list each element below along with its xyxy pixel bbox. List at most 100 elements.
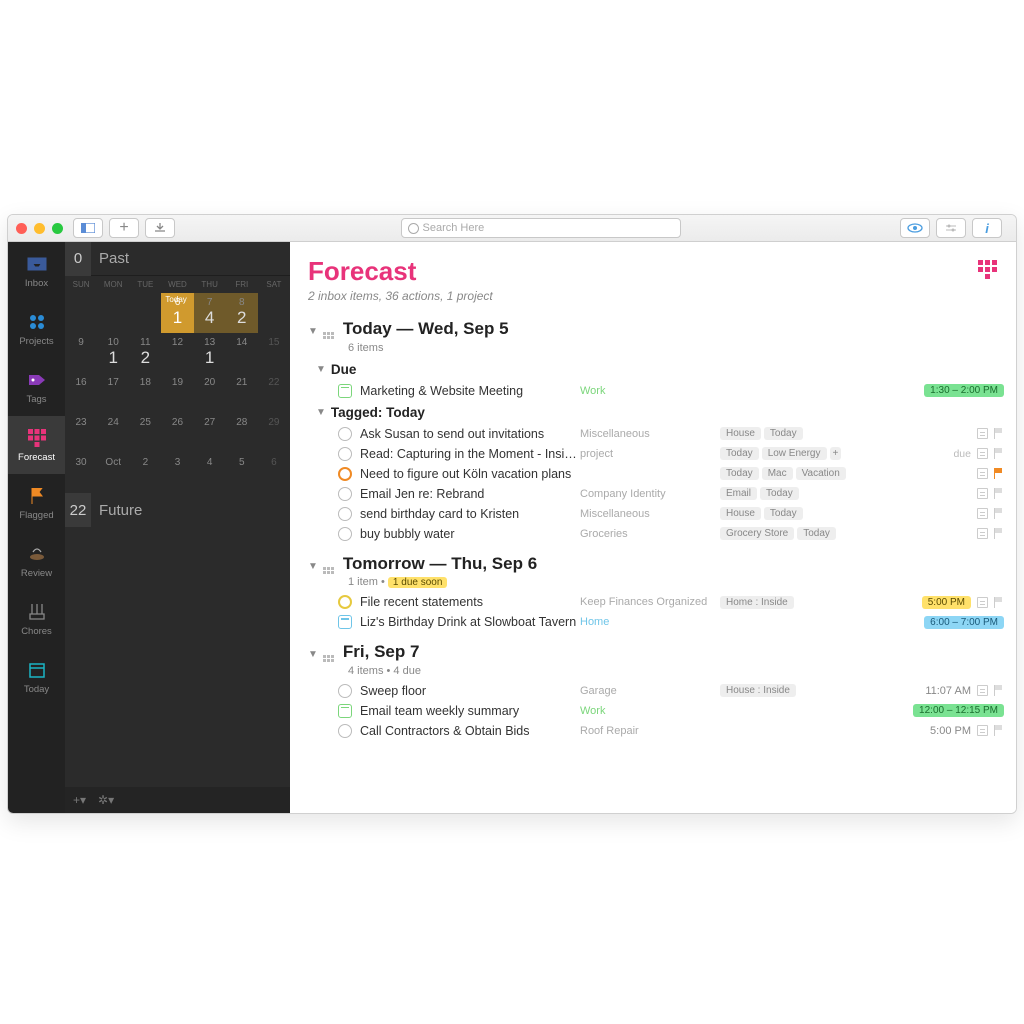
tag[interactable]: Today xyxy=(720,467,759,480)
note-icon[interactable] xyxy=(977,597,988,608)
note-icon[interactable] xyxy=(977,725,988,736)
task-row[interactable]: Ask Susan to send out invitationsMiscell… xyxy=(290,424,1016,444)
calendar-cell[interactable]: 74 xyxy=(194,293,226,333)
task-row[interactable]: Email Jen re: RebrandCompany IdentityEma… xyxy=(290,484,1016,504)
task-row[interactable]: Email team weekly summaryWork12:00 – 12:… xyxy=(290,701,1016,721)
tag[interactable]: Home : Inside xyxy=(720,596,794,609)
calendar-cell[interactable]: 16 xyxy=(65,373,97,413)
sidebar-item-inbox[interactable]: Inbox xyxy=(8,242,65,300)
task-row[interactable]: Liz's Birthday Drink at Slowboat TavernH… xyxy=(290,612,1016,632)
calendar-cell[interactable]: 27 xyxy=(194,413,226,453)
calendar-cell[interactable]: 26 xyxy=(161,413,193,453)
note-icon[interactable] xyxy=(977,685,988,696)
task-row[interactable]: Marketing & Website MeetingWork1:30 – 2:… xyxy=(290,381,1016,401)
calendar-cell[interactable]: 15 xyxy=(258,333,290,373)
group-header[interactable]: ▼Tagged: Today xyxy=(290,401,1016,424)
toggle-sidebar-button[interactable] xyxy=(73,218,103,238)
tag[interactable]: Low Energy xyxy=(762,447,827,460)
flag-icon[interactable] xyxy=(994,488,1004,499)
calendar-event-icon[interactable] xyxy=(338,384,352,398)
sidebar-item-chores[interactable]: Chores xyxy=(8,590,65,648)
calendar-cell[interactable]: 21 xyxy=(226,373,258,413)
task-checkbox[interactable] xyxy=(338,527,352,541)
task-row[interactable]: Call Contractors & Obtain BidsRoof Repai… xyxy=(290,721,1016,741)
tag[interactable]: Mac xyxy=(762,467,793,480)
calendar-cell[interactable]: Today61 xyxy=(161,293,193,333)
sidebar-item-forecast[interactable]: Forecast xyxy=(8,416,65,474)
calendar-cell[interactable]: 112 xyxy=(129,333,161,373)
calendar-cell[interactable]: 28 xyxy=(226,413,258,453)
flag-icon[interactable] xyxy=(994,468,1004,479)
tag-more[interactable]: + xyxy=(830,447,842,460)
tag[interactable]: Email xyxy=(720,487,757,500)
search-input[interactable]: Search Here xyxy=(401,218,681,238)
sidebar-item-flagged[interactable]: Flagged xyxy=(8,474,65,532)
task-checkbox[interactable] xyxy=(338,595,352,609)
flag-icon[interactable] xyxy=(994,508,1004,519)
note-icon[interactable] xyxy=(977,468,988,479)
task-checkbox[interactable] xyxy=(338,467,352,481)
past-header[interactable]: 0 Past xyxy=(65,242,290,276)
calendar-cell[interactable]: 4 xyxy=(194,453,226,493)
calendar-cell[interactable]: 101 xyxy=(97,333,129,373)
section-header[interactable]: ▼Today — Wed, Sep 5 xyxy=(290,313,1016,341)
add-button[interactable]: + xyxy=(109,218,139,238)
task-checkbox[interactable] xyxy=(338,427,352,441)
flag-icon[interactable] xyxy=(994,528,1004,539)
calendar-cell[interactable]: 3 xyxy=(161,453,193,493)
sidebar-item-today[interactable]: Today xyxy=(8,648,65,706)
view-button[interactable] xyxy=(900,218,930,238)
flag-icon[interactable] xyxy=(994,685,1004,696)
task-checkbox[interactable] xyxy=(338,507,352,521)
sidebar-item-projects[interactable]: Projects xyxy=(8,300,65,358)
task-row[interactable]: Need to figure out Köln vacation plansTo… xyxy=(290,464,1016,484)
gear-icon[interactable]: ✲▾ xyxy=(98,793,114,807)
calendar-cell[interactable]: 9 xyxy=(65,333,97,373)
tag[interactable]: Today xyxy=(764,427,803,440)
task-checkbox[interactable] xyxy=(338,724,352,738)
calendar-cell[interactable]: 12 xyxy=(161,333,193,373)
note-icon[interactable] xyxy=(977,448,988,459)
task-row[interactable]: Sweep floorGarageHouse : Inside11:07 AM xyxy=(290,681,1016,701)
flag-icon[interactable] xyxy=(994,597,1004,608)
calendar-cell[interactable] xyxy=(97,293,129,333)
task-checkbox[interactable] xyxy=(338,447,352,461)
calendar-cell[interactable]: 18 xyxy=(129,373,161,413)
section-header[interactable]: ▼Tomorrow — Thu, Sep 6 xyxy=(290,548,1016,576)
calendar-cell[interactable] xyxy=(129,293,161,333)
sidebar-item-tags[interactable]: Tags xyxy=(8,358,65,416)
calendar-cell[interactable]: 20 xyxy=(194,373,226,413)
note-icon[interactable] xyxy=(977,508,988,519)
settings-button[interactable] xyxy=(936,218,966,238)
tag[interactable]: Today xyxy=(764,507,803,520)
flag-icon[interactable] xyxy=(994,725,1004,736)
tag[interactable]: House : Inside xyxy=(720,684,796,697)
note-icon[interactable] xyxy=(977,528,988,539)
tag[interactable]: House xyxy=(720,427,761,440)
calendar-cell[interactable]: 5 xyxy=(226,453,258,493)
section-header[interactable]: ▼Fri, Sep 7 xyxy=(290,636,1016,664)
calendar-cell[interactable]: 2 xyxy=(129,453,161,493)
task-checkbox[interactable] xyxy=(338,487,352,501)
minimize-icon[interactable] xyxy=(34,223,45,234)
tag[interactable]: Today xyxy=(720,447,759,460)
note-icon[interactable] xyxy=(977,488,988,499)
calendar-cell[interactable]: 22 xyxy=(258,373,290,413)
calendar-cell[interactable]: 19 xyxy=(161,373,193,413)
flag-icon[interactable] xyxy=(994,448,1004,459)
close-icon[interactable] xyxy=(16,223,27,234)
calendar-cell[interactable]: 29 xyxy=(258,413,290,453)
future-header[interactable]: 22 Future xyxy=(65,493,290,527)
calendar-cell[interactable]: 131 xyxy=(194,333,226,373)
calendar-cell[interactable]: 14 xyxy=(226,333,258,373)
sidebar-item-review[interactable]: Review xyxy=(8,532,65,590)
task-row[interactable]: buy bubbly waterGroceriesGrocery StoreTo… xyxy=(290,524,1016,544)
tag[interactable]: Vacation xyxy=(796,467,846,480)
calendar-cell[interactable] xyxy=(65,293,97,333)
calendar-event-icon[interactable] xyxy=(338,615,352,629)
task-row[interactable]: send birthday card to KristenMiscellaneo… xyxy=(290,504,1016,524)
calendar-cell[interactable]: 6 xyxy=(258,453,290,493)
zoom-icon[interactable] xyxy=(52,223,63,234)
calendar-cell[interactable]: Oct xyxy=(97,453,129,493)
calendar-cell[interactable]: 25 xyxy=(129,413,161,453)
